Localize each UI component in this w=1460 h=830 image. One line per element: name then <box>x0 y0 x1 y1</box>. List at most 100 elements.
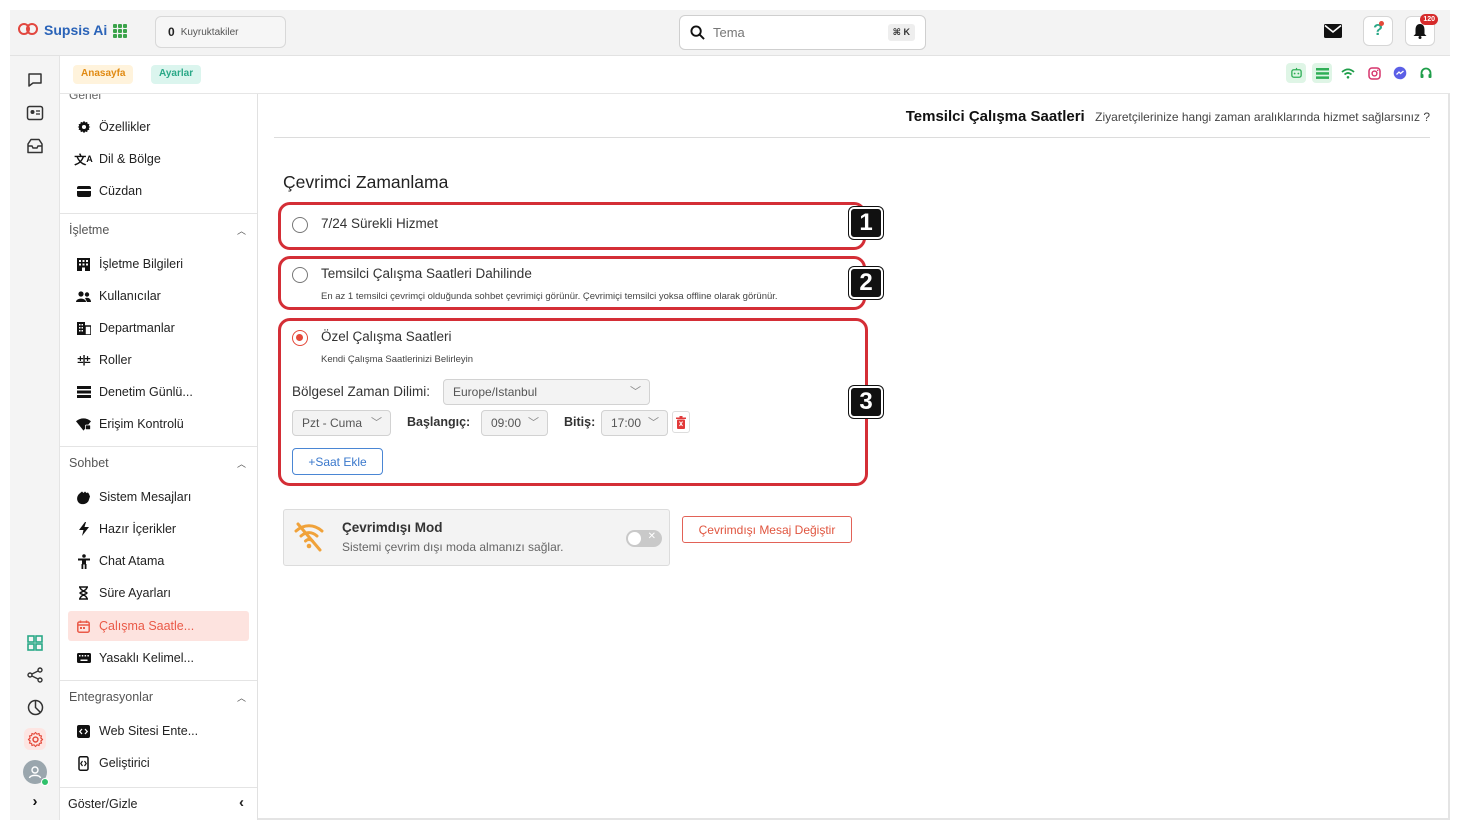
gear-icon <box>76 120 91 135</box>
chevron-down-icon: ﹀ <box>648 417 659 429</box>
messenger-icon[interactable] <box>1390 63 1410 83</box>
section-integrations-title: Entegrasyonlar <box>69 690 154 704</box>
section-title: Çevrimci Zamanlama <box>283 172 449 192</box>
sidebar-item-time-settings[interactable]: Süre Ayarları <box>68 578 249 608</box>
timezone-select[interactable]: Europe/Istanbul ﹀ <box>443 379 650 405</box>
queue-label: Kuyruktakiler <box>180 26 239 38</box>
offline-mode-toggle[interactable]: ✕ <box>626 530 662 547</box>
sidebar-item-label: Geliştirici <box>99 756 150 770</box>
dashboard-icon[interactable] <box>24 632 46 654</box>
reports-icon[interactable] <box>24 696 46 718</box>
settings-sidebar: Genel Özellikler 文A Dil & Bölge Cüzdan İ… <box>60 94 258 820</box>
close-icon: ✕ <box>647 531 656 542</box>
end-time-value: 17:00 <box>611 416 642 430</box>
sidebar-item-business-info[interactable]: İşletme Bilgileri <box>68 249 249 279</box>
sidebar-item-chat-assign[interactable]: Chat Atama <box>68 546 249 576</box>
breadcrumb-settings[interactable]: Ayarlar <box>151 65 202 84</box>
sidebar-item-label: Özellikler <box>99 120 151 134</box>
chevron-left-icon: ‹ <box>239 794 244 811</box>
wallet-icon <box>76 184 91 199</box>
sidebar-item-features[interactable]: Özellikler <box>68 112 249 142</box>
building-icon <box>76 257 91 272</box>
section-general-title: Genel <box>69 94 102 102</box>
page-header: Temsilci Çalışma Saatleri Ziyaretçilerin… <box>274 108 1430 138</box>
sidebar-item-label: Çalışma Saatle... <box>99 619 195 633</box>
logo-icon <box>18 22 40 38</box>
search-box[interactable]: Tema ⌘ K <box>679 15 926 50</box>
day-range-value: Pzt - Cuma <box>302 416 363 430</box>
user-avatar[interactable] <box>23 760 49 786</box>
help-icon[interactable]: ? <box>1363 16 1393 46</box>
access-icon <box>76 417 91 432</box>
change-offline-message-button[interactable]: Çevrimdışı Mesaj Değiştir <box>682 516 852 543</box>
sidebar-item-banned-words[interactable]: Yasaklı Kelimel... <box>68 643 249 673</box>
chevron-up-icon: ︿ <box>236 459 246 469</box>
start-label: Başlangıç: <box>407 415 471 429</box>
wifi-icon[interactable] <box>1338 63 1358 83</box>
sidebar-item-developer[interactable]: Geliştirici <box>68 748 249 778</box>
contacts-icon[interactable] <box>24 102 46 124</box>
sidebar-item-users[interactable]: Kullanıcılar <box>68 281 249 311</box>
bolt-icon <box>76 522 91 537</box>
queue-button[interactable]: 0 Kuyruktakiler <box>155 16 286 48</box>
wifi-off-icon <box>294 522 324 552</box>
breadcrumb: Anasayfa Ayarlar <box>60 56 1450 94</box>
support-icon[interactable] <box>1416 63 1436 83</box>
notification-bell-icon[interactable]: 120 <box>1405 14 1438 46</box>
sidebar-item-system-messages[interactable]: Sistem Mesajları <box>68 482 249 512</box>
delete-hours-button[interactable] <box>672 411 690 433</box>
sidebar-item-website-integration[interactable]: Web Sitesi Ente... <box>68 716 249 746</box>
inbox-icon[interactable] <box>24 135 46 157</box>
option-24-7[interactable]: 7/24 Sürekli Hizmet <box>282 204 862 246</box>
sidebar-item-access-control[interactable]: Erişim Kontrolü <box>68 409 249 439</box>
radio-24-7[interactable] <box>292 217 308 233</box>
day-range-select[interactable]: Pzt - Cuma ﹀ <box>292 410 391 436</box>
app-logo[interactable]: Supsis Ai <box>18 22 107 38</box>
show-hide-toggle[interactable]: Göster/Gizle ‹ <box>60 787 257 820</box>
breadcrumb-home[interactable]: Anasayfa <box>73 65 134 84</box>
sidebar-item-roles[interactable]: ±|± Roller <box>68 345 249 375</box>
sidebar-item-quick-replies[interactable]: Hazır İçerikler <box>68 514 249 544</box>
chat-bubble-icon[interactable] <box>24 69 46 91</box>
start-time-value: 09:00 <box>491 416 522 430</box>
hourglass-icon <box>76 586 91 601</box>
keyboard-icon <box>76 651 91 666</box>
end-label: Bitiş: <box>564 415 596 429</box>
wave-hand-icon <box>76 490 91 505</box>
top-bar: Supsis Ai 0 Kuyruktakiler Tema ⌘ K ? 120 <box>10 10 1450 56</box>
annotation-number-1: 1 <box>849 207 883 239</box>
sidebar-item-working-hours[interactable]: Çalışma Saatle... <box>68 611 249 641</box>
chatbot-icon[interactable] <box>1286 63 1306 83</box>
radio-custom-hours[interactable] <box>292 330 308 346</box>
settings-gear-icon[interactable] <box>24 728 46 750</box>
notification-count-badge: 120 <box>1420 14 1438 25</box>
start-time-select[interactable]: 09:00 ﹀ <box>481 410 548 436</box>
sidebar-item-label: Erişim Kontrolü <box>99 417 184 431</box>
sidebar-item-language[interactable]: 文A Dil & Bölge <box>68 144 249 174</box>
mail-icon[interactable] <box>1318 16 1348 46</box>
section-integrations-header[interactable]: Entegrasyonlar ︿ <box>60 680 257 712</box>
add-hours-button[interactable]: +Saat Ekle <box>292 448 383 475</box>
offline-mode-desc: Sistemi çevrim dışı moda almanızı sağlar… <box>342 540 564 554</box>
instagram-icon[interactable] <box>1364 63 1384 83</box>
end-time-select[interactable]: 17:00 ﹀ <box>601 410 668 436</box>
section-business-header[interactable]: İşletme ︿ <box>60 213 257 245</box>
offline-mode-title: Çevrimdışı Mod <box>342 520 443 535</box>
expand-chevron-icon[interactable]: › <box>24 790 46 812</box>
sidebar-item-wallet[interactable]: Cüzdan <box>68 176 249 206</box>
sidebar-item-departments[interactable]: Departmanlar <box>68 313 249 343</box>
apps-grid-icon[interactable] <box>113 24 127 38</box>
sidebar-item-label: Kullanıcılar <box>99 289 161 303</box>
list-icon[interactable] <box>1312 63 1332 83</box>
sidebar-item-label: Dil & Bölge <box>99 152 161 166</box>
roles-icon: ±|± <box>77 354 90 366</box>
option-agent-hours[interactable]: Temsilci Çalışma Saatleri Dahilinde En a… <box>282 258 862 308</box>
app-name: Supsis Ai <box>44 22 108 38</box>
radio-agent-hours[interactable] <box>292 267 308 283</box>
option-custom-hours[interactable]: Özel Çalışma Saatleri Kendi Çalışma Saat… <box>282 324 862 365</box>
section-chat-header[interactable]: Sohbet ︿ <box>60 446 257 478</box>
share-icon[interactable] <box>24 664 46 686</box>
nav-rail: › <box>10 56 60 820</box>
sidebar-item-label: Departmanlar <box>99 321 175 335</box>
sidebar-item-audit-log[interactable]: Denetim Günlü... <box>68 377 249 407</box>
